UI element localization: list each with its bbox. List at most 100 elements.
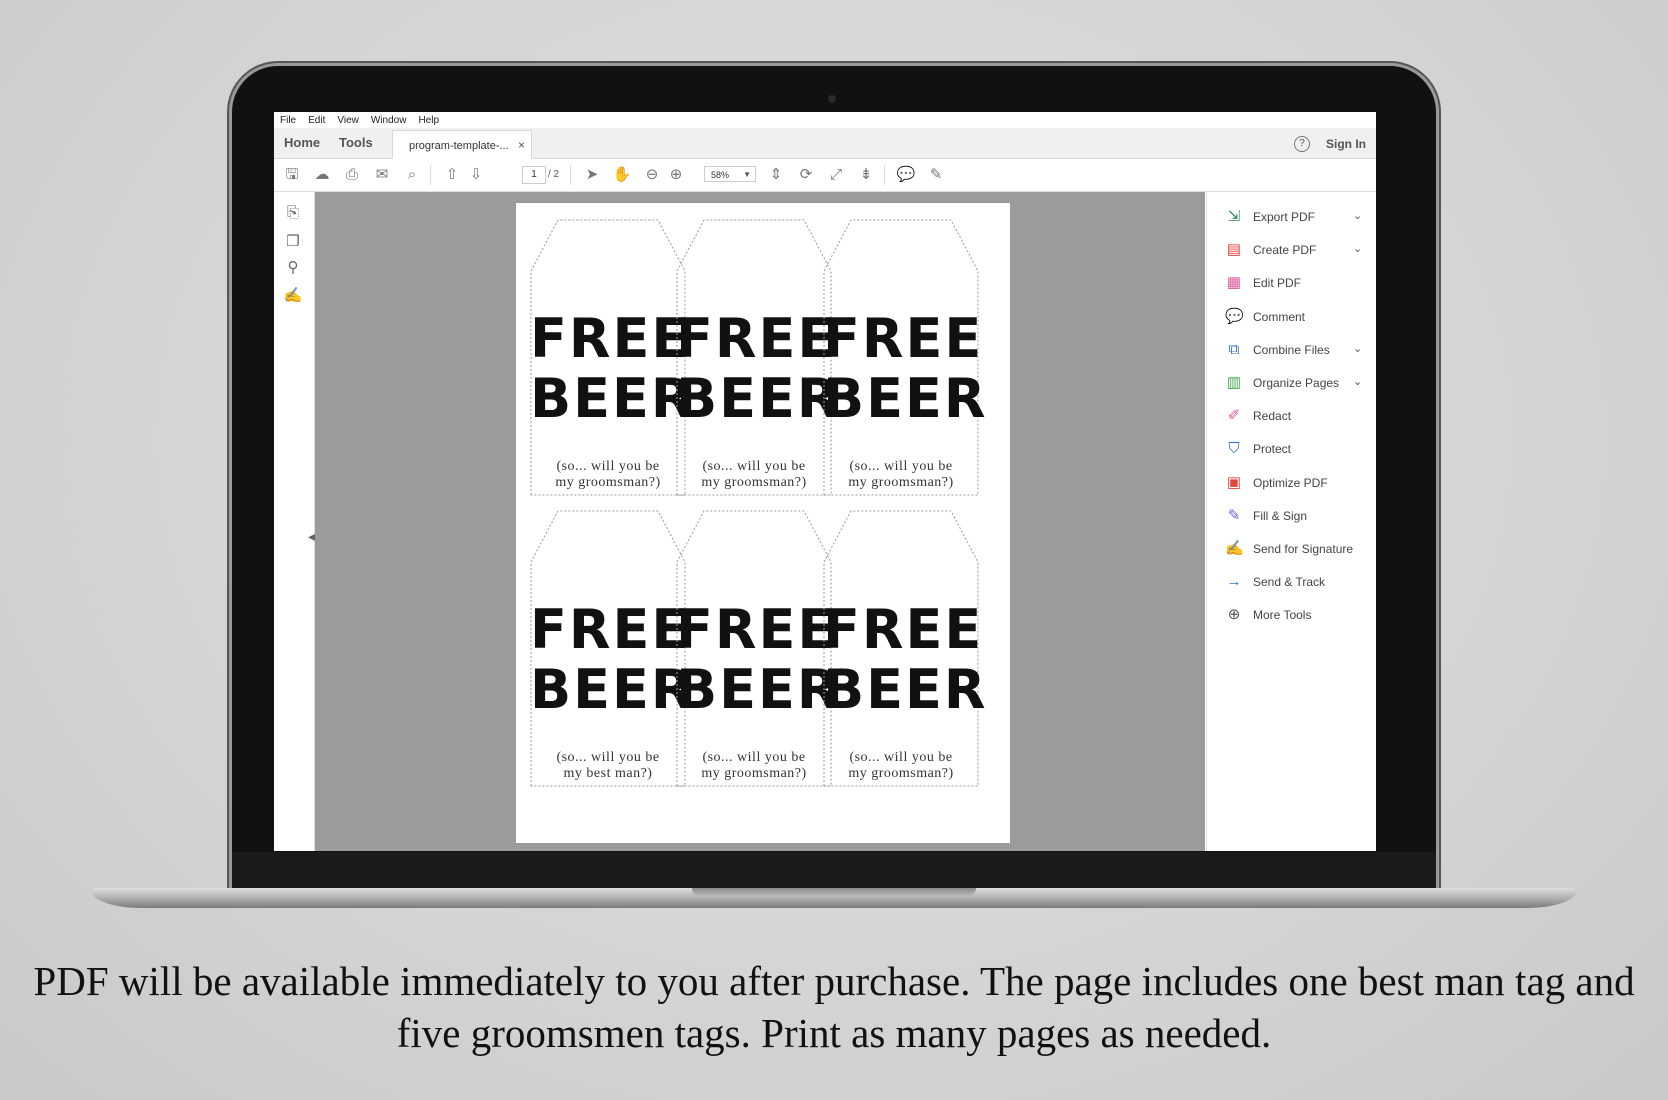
page-thumbnails-icon[interactable]: ⎘ (283, 204, 303, 224)
tag-subtitle: (so... will you be my best man?) (556, 750, 660, 781)
screen: File Edit View Window Help Home Tools pr… (274, 112, 1376, 851)
page-number-input[interactable]: 1 (522, 166, 546, 184)
print-icon[interactable]: ⎙ (342, 165, 362, 185)
full-screen-icon[interactable]: ⤢ (826, 165, 846, 185)
tool-label: More Tools (1253, 608, 1312, 623)
attachment-icon[interactable]: ⚲ (283, 258, 303, 278)
left-rail: ⎘ ❐ ⚲ ✍ ◀ (274, 192, 316, 851)
tool-item[interactable]: ▥ Organize Pages ⌄ (1225, 373, 1375, 395)
tag-subtitle: (so... will you be my groomsman?) (848, 459, 954, 490)
chevron-down-icon: ▼ (743, 170, 751, 179)
tool-label: Redact (1253, 409, 1292, 424)
tool-label: Edit PDF (1253, 276, 1302, 291)
tool-label: Export PDF (1253, 210, 1316, 224)
combine-files-icon: ⧉ (1228, 340, 1240, 358)
redact-icon: ✐ (1227, 407, 1241, 425)
chevron-down-icon[interactable]: ⌄ (1353, 242, 1362, 255)
close-icon[interactable]: × (518, 138, 525, 152)
tab-document[interactable]: program-template-... × (392, 130, 532, 159)
tool-item[interactable]: ⇲ Export PDF ⌄ (1225, 207, 1375, 229)
tool-item[interactable]: ⧉ Combine Files ⌄ (1225, 340, 1375, 362)
signature-icon[interactable]: ✍ (283, 286, 303, 306)
tool-label: Create PDF (1253, 243, 1317, 258)
previous-page-icon[interactable]: ⇧ (442, 165, 462, 185)
pdf-page: FREE BEER (so... will you be my groomsman… (516, 203, 1010, 843)
menu-edit[interactable]: Edit (308, 115, 325, 126)
tool-label: Organize Pages (1253, 376, 1340, 390)
scroll-mode-icon[interactable]: ⇟ (856, 165, 876, 185)
tool-item[interactable]: 💬 Comment (1225, 307, 1375, 329)
tool-item[interactable]: ✎ Fill & Sign (1225, 506, 1375, 528)
save-icon[interactable]: 🖫 (282, 165, 302, 185)
zoom-value: 58% (711, 170, 730, 180)
caption: PDF will be available immediately to you… (33, 958, 1635, 1056)
camera (828, 95, 836, 103)
gift-tag: FREE BEER (so... will you be my groomsman… (530, 219, 695, 529)
tool-label: Send for Signature (1253, 542, 1354, 556)
tab-home[interactable]: Home (284, 135, 320, 150)
chevron-down-icon[interactable]: ⌄ (1353, 342, 1362, 355)
copy-pages-icon[interactable]: ❐ (283, 232, 303, 252)
chevron-down-icon[interactable]: ⌄ (1353, 209, 1362, 222)
tool-label: Fill & Sign (1253, 508, 1308, 523)
fit-page-icon[interactable]: ⇕ (766, 165, 786, 185)
rotate-icon[interactable]: ⟳ (796, 165, 816, 185)
gift-tag: FREE BEER (so... will you be my groomsman… (823, 219, 986, 529)
tool-item[interactable]: ⛉ Protect (1225, 439, 1375, 461)
toolbar: 🖫 ☁ ⎙ ✉ ⌕ ⇧ ⇩ 1 / 2 ➤ ✋ ⊖ ⊕ 58% ▼ ⇕ ⟳ ⤢ … (274, 159, 1376, 192)
hand-tool-icon[interactable]: ✋ (612, 165, 632, 185)
tool-item[interactable]: ▣ Optimize PDF (1225, 473, 1375, 495)
menubar: File Edit View Window Help (274, 112, 1376, 128)
tool-label: Optimize PDF (1253, 475, 1328, 490)
protect-icon: ⛉ (1228, 440, 1240, 458)
tool-label: Protect (1253, 442, 1292, 457)
tool-label: Combine Files (1253, 342, 1330, 357)
tool-item[interactable]: ✐ Redact (1225, 406, 1375, 428)
sign-in-button[interactable]: Sign In (1326, 137, 1366, 151)
tab-tools[interactable]: Tools (339, 135, 373, 150)
chevron-down-icon[interactable]: ⌄ (1353, 375, 1362, 388)
tool-item[interactable]: ▦ Edit PDF (1225, 273, 1375, 295)
menu-window[interactable]: Window (371, 115, 407, 126)
optimize-pdf-icon: ▣ (1226, 473, 1242, 491)
highlight-pen-icon[interactable]: ✎ (926, 165, 946, 185)
next-page-icon[interactable]: ⇩ (466, 165, 486, 185)
comment-icon[interactable]: 💬 (896, 165, 916, 185)
laptop-chin (232, 852, 1436, 890)
create-pdf-icon: ▤ (1226, 241, 1242, 259)
select-arrow-icon[interactable]: ➤ (582, 165, 602, 185)
zoom-select[interactable]: 58% ▼ (704, 166, 756, 182)
tool-label: Comment (1253, 309, 1306, 324)
tool-item[interactable]: ▤ Create PDF ⌄ (1225, 240, 1375, 262)
menu-help[interactable]: Help (418, 115, 439, 126)
fill-sign-icon: ✎ (1227, 506, 1241, 524)
laptop-notch (692, 888, 976, 896)
tools-panel: ⇲ Export PDF ⌄ ▤ Create PDF ⌄ ▦ Edit PDF 💬 Commen… (1206, 192, 1376, 851)
more-tools-icon: ⊕ (1227, 606, 1241, 624)
menu-file[interactable]: File (280, 115, 296, 126)
search-icon[interactable]: ⌕ (402, 165, 422, 185)
tag-title: FREE BEER (823, 598, 988, 721)
email-icon[interactable]: ✉ (372, 165, 392, 185)
gift-tag: FREE BEER (so... will you be my groomsman… (676, 510, 839, 820)
tool-item[interactable]: ✍ Send for Signature (1225, 539, 1375, 561)
tag-title: FREE BEER (530, 598, 695, 721)
send-signature-icon: ✍ (1225, 540, 1244, 557)
zoom-out-icon[interactable]: ⊖ (642, 165, 662, 185)
tag-subtitle: (so... will you be my groomsman?) (701, 750, 807, 781)
tab-bar: Home Tools program-template-... × ? Sign… (274, 128, 1376, 159)
upload-cloud-icon[interactable]: ☁ (312, 165, 332, 185)
tag-title: FREE BEER (530, 307, 695, 430)
gift-tag: FREE BEER (so... will you be my groomsman… (676, 219, 841, 529)
tool-item[interactable]: ⊕ More Tools (1225, 605, 1375, 627)
document-canvas[interactable]: FREE BEER (so... will you be my groomsman… (315, 192, 1205, 851)
tag-title: FREE BEER (676, 307, 841, 430)
toolbar-divider (570, 165, 571, 185)
zoom-in-icon[interactable]: ⊕ (666, 165, 686, 185)
help-icon[interactable]: ? (1294, 136, 1310, 152)
comment-icon: 💬 (1225, 307, 1244, 325)
organize-pages-icon: ▥ (1226, 374, 1242, 391)
menu-view[interactable]: View (337, 115, 359, 126)
toolbar-divider (430, 165, 431, 185)
tool-item[interactable]: → Send & Track (1225, 572, 1375, 594)
